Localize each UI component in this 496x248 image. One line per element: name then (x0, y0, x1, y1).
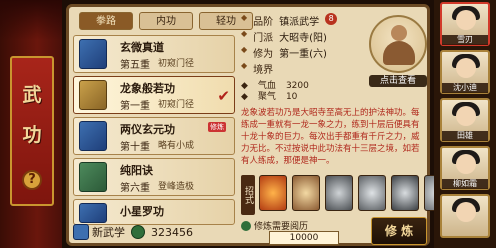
book-icon (79, 162, 107, 192)
skill-item-selected[interactable]: 龙象般若功 第一重 初窥门径 ✔ (73, 76, 235, 114)
faction-value: 大昭寺(阳) (279, 33, 327, 44)
character-card[interactable]: 田雄 (440, 98, 490, 142)
face (456, 58, 476, 78)
stat-value: 3200 (285, 81, 309, 91)
skill-item[interactable]: 玄微真道 第五重 初窥门径 (73, 35, 235, 73)
skill-level: 第一重 (120, 101, 150, 112)
realm-label: 境界 (253, 65, 274, 76)
character-name: 雪刃 (442, 35, 488, 45)
book-icon (79, 121, 107, 151)
face (456, 202, 476, 222)
move-palm-icon[interactable] (292, 175, 320, 211)
skills-banner: 武 功 ? (0, 0, 62, 248)
character-card[interactable] (440, 194, 490, 238)
skill-level: 第十重 (120, 142, 150, 153)
banner-title-top: 武 (22, 84, 42, 106)
stat-label: 聚气 (257, 92, 276, 102)
cultivation-row: ◆ 修为 第一重(六) (241, 45, 327, 60)
skill-name: 龙象般若功 (120, 82, 175, 95)
move-swirl-icon[interactable] (391, 175, 419, 211)
diamond-icon: ◆ (241, 45, 248, 54)
character-name: 沈小迪 (442, 83, 488, 93)
character-roster: 雪刃 沈小迪 田雄 柳如霜 (434, 0, 496, 248)
skill-name: 纯阳诀 (120, 164, 153, 177)
skill-name: 小星罗功 (120, 205, 164, 218)
cultivation-label: 修为 (253, 49, 274, 60)
checkmark-icon: ✔ (217, 87, 230, 105)
grade-badge: 8 (325, 13, 338, 25)
skills-panel: 拳路 内功 轻功 玄微真道 第五重 初窥门径 龙象般若功 第一重 初窥门径 ✔ … (66, 4, 452, 246)
book-icon (79, 39, 107, 69)
character-name: 田雄 (442, 131, 488, 141)
diamond-icon: ◆ (241, 29, 248, 38)
skill-item[interactable]: 纯阳诀 第六重 登峰造极 (73, 158, 235, 196)
character-card[interactable]: 雪刃 (440, 2, 490, 46)
monk-portrait[interactable] (369, 15, 427, 73)
character-name: 柳如霜 (442, 179, 488, 189)
skill-stage: 略有小成 (158, 141, 195, 151)
training-badge: 修炼 (208, 122, 226, 132)
move-wave-icon[interactable] (358, 175, 386, 211)
stat-row-hp: ◆ 气血 3200 (241, 81, 427, 92)
new-skill-label: 新武学 (92, 226, 125, 239)
skill-category-tabs: 拳路 内功 轻功 (79, 12, 253, 30)
monk-head (391, 25, 407, 41)
character-card[interactable]: 沈小迪 (440, 50, 490, 94)
skill-item[interactable]: 两仪玄元功 第十重 略有小成 修炼 (73, 117, 235, 155)
help-icon[interactable]: ? (22, 170, 42, 190)
diamond-icon: ◆ (241, 61, 248, 70)
new-skill-button[interactable]: 新武学 (73, 224, 125, 240)
face (456, 10, 476, 30)
face (456, 106, 476, 126)
train-button[interactable]: 修 炼 (371, 217, 427, 245)
tab-fist[interactable]: 拳路 (79, 12, 133, 30)
grade-label: 品阶 (253, 17, 274, 28)
new-skill-icon (73, 224, 89, 240)
banner-ornament (0, 0, 62, 40)
skill-detail: ◆ 品阶 镇派武学 8 ◆ 门派 大昭寺(阳) ◆ 修为 第一重(六) ◆ 境界… (241, 11, 452, 245)
skill-level: 第五重 (120, 60, 150, 71)
banner-title-bottom: 功 (22, 124, 42, 146)
faction-label: 门派 (253, 33, 274, 44)
faction-row: ◆ 门派 大昭寺(阳) (241, 29, 327, 44)
face (456, 154, 476, 174)
skill-stage: 登峰造极 (158, 182, 195, 192)
character-card[interactable]: 柳如霜 (440, 146, 490, 190)
skill-stage: 初窥门径 (158, 59, 195, 69)
cultivation-value: 第一重(六) (279, 49, 327, 60)
grade-value: 镇派武学 (279, 17, 320, 28)
skill-stats: ◆ 气血 3200 ◆ 聚气 10 (241, 81, 427, 105)
requirement-value: 10000 (269, 231, 339, 245)
monk-body (383, 41, 415, 65)
skill-description: 龙象波若功乃是大昭寺至高无上的护法神功。每练成一重就有一龙一象之力，练到十层后便… (241, 108, 420, 166)
skill-list: 玄微真道 第五重 初窥门径 龙象般若功 第一重 初窥门径 ✔ 两仪玄元功 第十重… (73, 35, 235, 228)
moves-label: 招式 (241, 175, 255, 215)
stat-icon: ◆ (241, 92, 248, 102)
realm-row: ◆ 境界 (241, 61, 279, 76)
skill-name: 玄微真道 (120, 41, 164, 54)
experience-points: 323456 (151, 225, 193, 239)
stat-icon: ◆ (241, 81, 248, 91)
diamond-icon: ◆ (241, 13, 248, 22)
move-fire-icon[interactable] (259, 175, 287, 211)
stat-row-qi: ◆ 聚气 10 (241, 92, 427, 103)
moves-list (259, 175, 452, 211)
grade-row: ◆ 品阶 镇派武学 8 (241, 13, 338, 28)
stat-label: 气血 (257, 81, 276, 91)
skill-name: 两仪玄元功 (120, 123, 175, 136)
experience-points-icon (131, 225, 145, 239)
stat-value: 10 (285, 92, 298, 102)
book-icon (79, 203, 107, 223)
skill-stage: 初窥门径 (158, 100, 195, 110)
tab-internal[interactable]: 内功 (139, 12, 193, 30)
book-icon (79, 80, 107, 110)
skill-level: 第六重 (120, 183, 150, 194)
experience-icon (241, 220, 251, 231)
move-smoke-icon[interactable] (325, 175, 353, 211)
